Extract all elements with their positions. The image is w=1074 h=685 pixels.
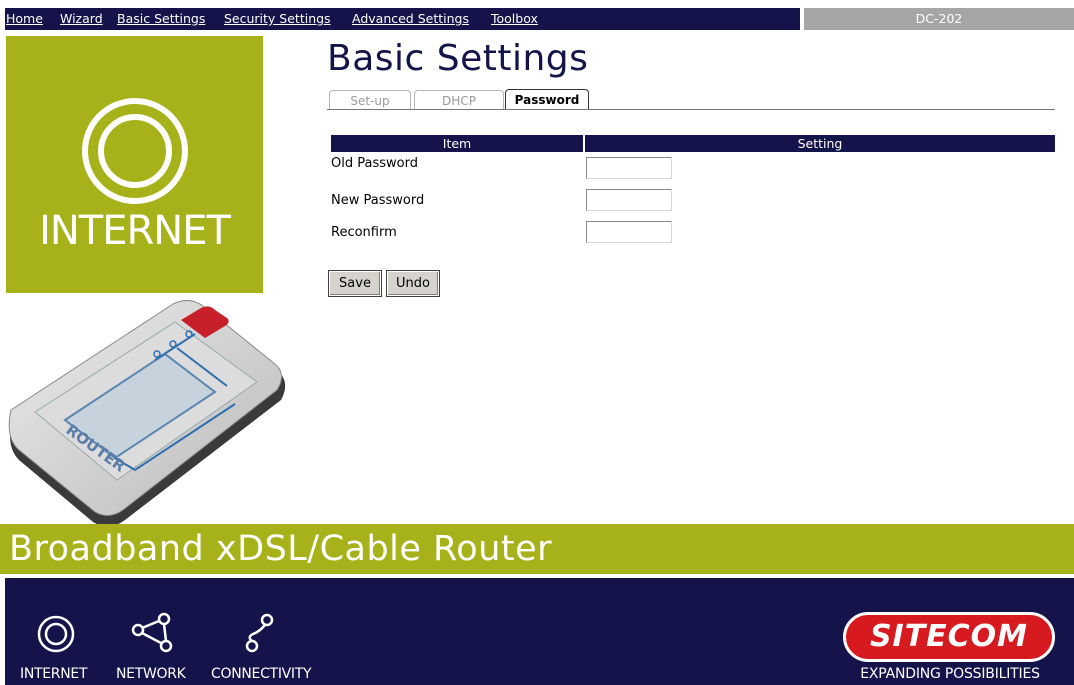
- reconfirm-password-field[interactable]: [586, 221, 672, 243]
- network-icon: [131, 612, 173, 653]
- footer-label-connectivity: CONNECTIVITY: [211, 666, 312, 682]
- column-header-item: Item: [331, 135, 583, 152]
- reconfirm-label: Reconfirm: [331, 225, 397, 240]
- connectivity-icon: [245, 613, 274, 653]
- product-banner: Broadband xDSL/Cable Router: [0, 524, 1074, 574]
- internet-icon: [82, 98, 188, 204]
- tab-dhcp[interactable]: DHCP: [414, 90, 504, 110]
- save-button[interactable]: Save: [328, 270, 382, 297]
- internet-panel-label: INTERNET: [39, 208, 231, 254]
- old-password-label: Old Password: [331, 156, 418, 171]
- undo-button[interactable]: Undo: [386, 270, 440, 297]
- nav-wizard-link[interactable]: Wizard: [60, 11, 103, 26]
- old-password-field[interactable]: [586, 157, 672, 179]
- tab-password[interactable]: Password: [505, 89, 589, 110]
- new-password-label: New Password: [331, 193, 425, 208]
- footer: INTERNET NETWORK CONNECTIVITY SITECOM EX…: [5, 578, 1074, 685]
- sitecom-logo: SITECOM: [843, 612, 1055, 662]
- product-banner-text: Broadband xDSL/Cable Router: [9, 529, 553, 569]
- page-title: Basic Settings: [327, 38, 589, 79]
- nav-home-link[interactable]: Home: [6, 11, 43, 26]
- internet-icon: [37, 615, 75, 653]
- nav-advanced-settings-link[interactable]: Advanced Settings: [352, 11, 469, 26]
- nav-security-settings-link[interactable]: Security Settings: [224, 11, 331, 26]
- nav-toolbox-link[interactable]: Toolbox: [491, 11, 538, 26]
- footer-label-network: NETWORK: [116, 666, 186, 682]
- tab-setup[interactable]: Set-up: [329, 90, 411, 110]
- model-label: DC-202: [804, 8, 1074, 30]
- sitecom-logo-text: SITECOM: [869, 619, 1029, 654]
- internet-panel: INTERNET: [6, 36, 263, 293]
- footer-label-internet: INTERNET: [20, 666, 88, 682]
- top-nav-bar: Home Wizard Basic Settings Security Sett…: [5, 8, 800, 30]
- new-password-field[interactable]: [586, 189, 672, 211]
- router-image: ROUTER: [8, 300, 286, 527]
- column-header-setting: Setting: [585, 135, 1055, 152]
- nav-basic-settings-link[interactable]: Basic Settings: [117, 11, 205, 26]
- brand-tagline: EXPANDING POSSIBILITIES: [860, 666, 1040, 682]
- tab-divider: [327, 109, 1055, 110]
